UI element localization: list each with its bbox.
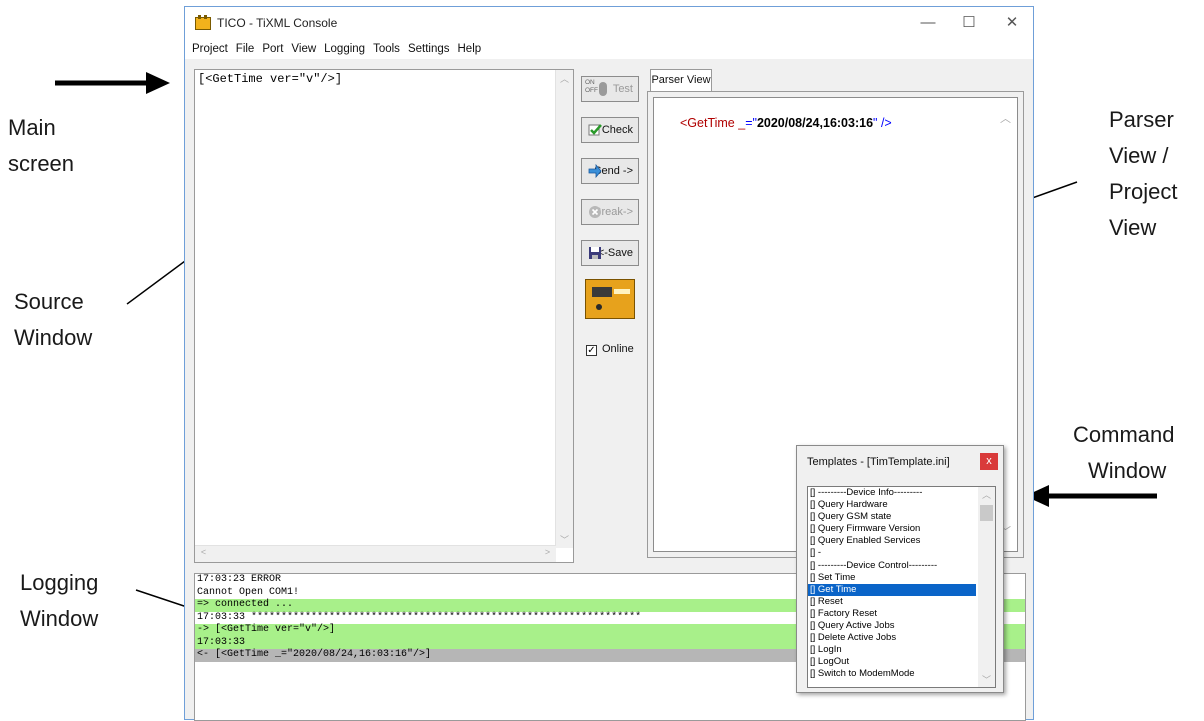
scroll-up-icon[interactable]: ︿ <box>556 72 573 85</box>
template-item[interactable]: [] Query Active Jobs <box>808 620 976 632</box>
template-item-selected[interactable]: [] Get Time <box>808 583 976 596</box>
tab-parser-view[interactable]: Parser View <box>650 69 712 91</box>
label-main-screen: Main screen <box>8 115 75 176</box>
template-item[interactable]: [] Switch to ModemMode <box>808 668 976 680</box>
online-checkbox[interactable]: ✓ <box>586 345 597 356</box>
check-icon <box>588 124 602 136</box>
menu-project[interactable]: Project <box>185 39 232 59</box>
template-item[interactable]: [] Set Time <box>808 572 976 584</box>
template-item[interactable]: [] Query Firmware Version <box>808 523 976 535</box>
online-label: Online <box>602 343 634 355</box>
scroll-right-icon[interactable]: > <box>539 547 556 557</box>
template-item[interactable]: [] Reset <box>808 596 976 608</box>
scroll-down-icon[interactable]: ﹀ <box>556 533 573 546</box>
parser-scroll-up-icon[interactable]: ︿ <box>997 110 1014 126</box>
scroll-left-icon[interactable]: < <box>195 547 212 557</box>
test-button-label: Test <box>612 83 633 95</box>
toggle-switch-icon <box>599 82 607 96</box>
menu-bar: Project File Port View Logging Tools Set… <box>185 39 1033 59</box>
menu-settings[interactable]: Settings <box>404 39 454 59</box>
save-button[interactable]: <-Save <box>581 240 639 266</box>
save-button-label: <-Save <box>597 247 633 259</box>
menu-logging[interactable]: Logging <box>320 39 369 59</box>
templates-scroll-thumb[interactable] <box>980 505 993 521</box>
break-button[interactable]: Break-> <box>581 199 639 225</box>
template-item[interactable]: [] Factory Reset <box>808 608 976 620</box>
template-item[interactable]: [] Query Hardware <box>808 499 976 511</box>
title-bar[interactable]: TICO - TiXML Console — ☐ ✕ <box>185 7 1033 39</box>
minimize-button[interactable]: — <box>918 13 938 33</box>
send-arrow-icon <box>588 164 602 178</box>
templates-close-button[interactable]: x <box>980 453 998 470</box>
menu-help[interactable]: Help <box>454 39 486 59</box>
templates-title: Templates - [TimTemplate.ini] <box>807 456 950 468</box>
menu-file[interactable]: File <box>232 39 259 59</box>
check-button[interactable]: Check <box>581 117 639 143</box>
source-text[interactable]: [<GetTime ver="v"/>] <box>198 72 342 86</box>
label-logging-window: Logging Window <box>20 570 99 631</box>
menu-view[interactable]: View <box>287 39 320 59</box>
close-window-button[interactable]: ✕ <box>1002 13 1022 33</box>
on-off-toggle-icon: ON OFF <box>585 79 598 94</box>
template-item[interactable]: [] - <box>808 547 976 559</box>
source-horizontal-scrollbar[interactable]: < > <box>195 545 556 562</box>
templates-scroll-down-icon[interactable]: ﹀ <box>978 673 995 686</box>
template-item[interactable]: [] Query GSM state <box>808 511 976 523</box>
templates-scroll-up-icon[interactable]: ︿ <box>978 488 995 501</box>
app-icon <box>195 15 211 30</box>
templates-list[interactable]: [] ---------Device Info--------- [] Quer… <box>807 486 996 688</box>
menu-tools[interactable]: Tools <box>369 39 404 59</box>
check-button-label: Check <box>601 124 633 136</box>
label-command-window: Command Window <box>1073 422 1175 483</box>
label-parser-view: Parser View / Project View <box>1109 107 1178 240</box>
window-title: TICO - TiXML Console <box>217 16 338 30</box>
templates-dialog: Templates - [TimTemplate.ini] x [] -----… <box>796 445 1004 693</box>
floppy-disk-icon <box>589 247 601 259</box>
maximize-button[interactable]: ☐ <box>959 13 979 33</box>
template-item[interactable]: [] Query Enabled Services <box>808 535 976 547</box>
template-item[interactable]: [] LogIn <box>808 644 976 656</box>
label-source-window: Source Window <box>14 289 93 350</box>
test-button[interactable]: ON OFF Test <box>581 76 639 102</box>
template-item[interactable]: [] ---------Device Info--------- <box>808 487 976 499</box>
source-window[interactable]: [<GetTime ver="v"/>] ︿ ﹀ < > <box>194 69 574 563</box>
send-button[interactable]: Send -> <box>581 158 639 184</box>
parser-output-line: <GetTime _="2020/08/24,16:03:16" /> <box>680 116 892 130</box>
template-item[interactable]: [] ---------Device Control--------- <box>808 560 976 572</box>
stop-icon <box>589 206 601 218</box>
menu-port[interactable]: Port <box>258 39 287 59</box>
template-item[interactable]: [] LogOut <box>808 656 976 668</box>
templates-scrollbar[interactable]: ︿ ﹀ <box>978 487 995 687</box>
device-image <box>585 279 635 319</box>
source-vertical-scrollbar[interactable]: ︿ ﹀ <box>555 70 573 548</box>
template-item[interactable]: [] Delete Active Jobs <box>808 632 976 644</box>
